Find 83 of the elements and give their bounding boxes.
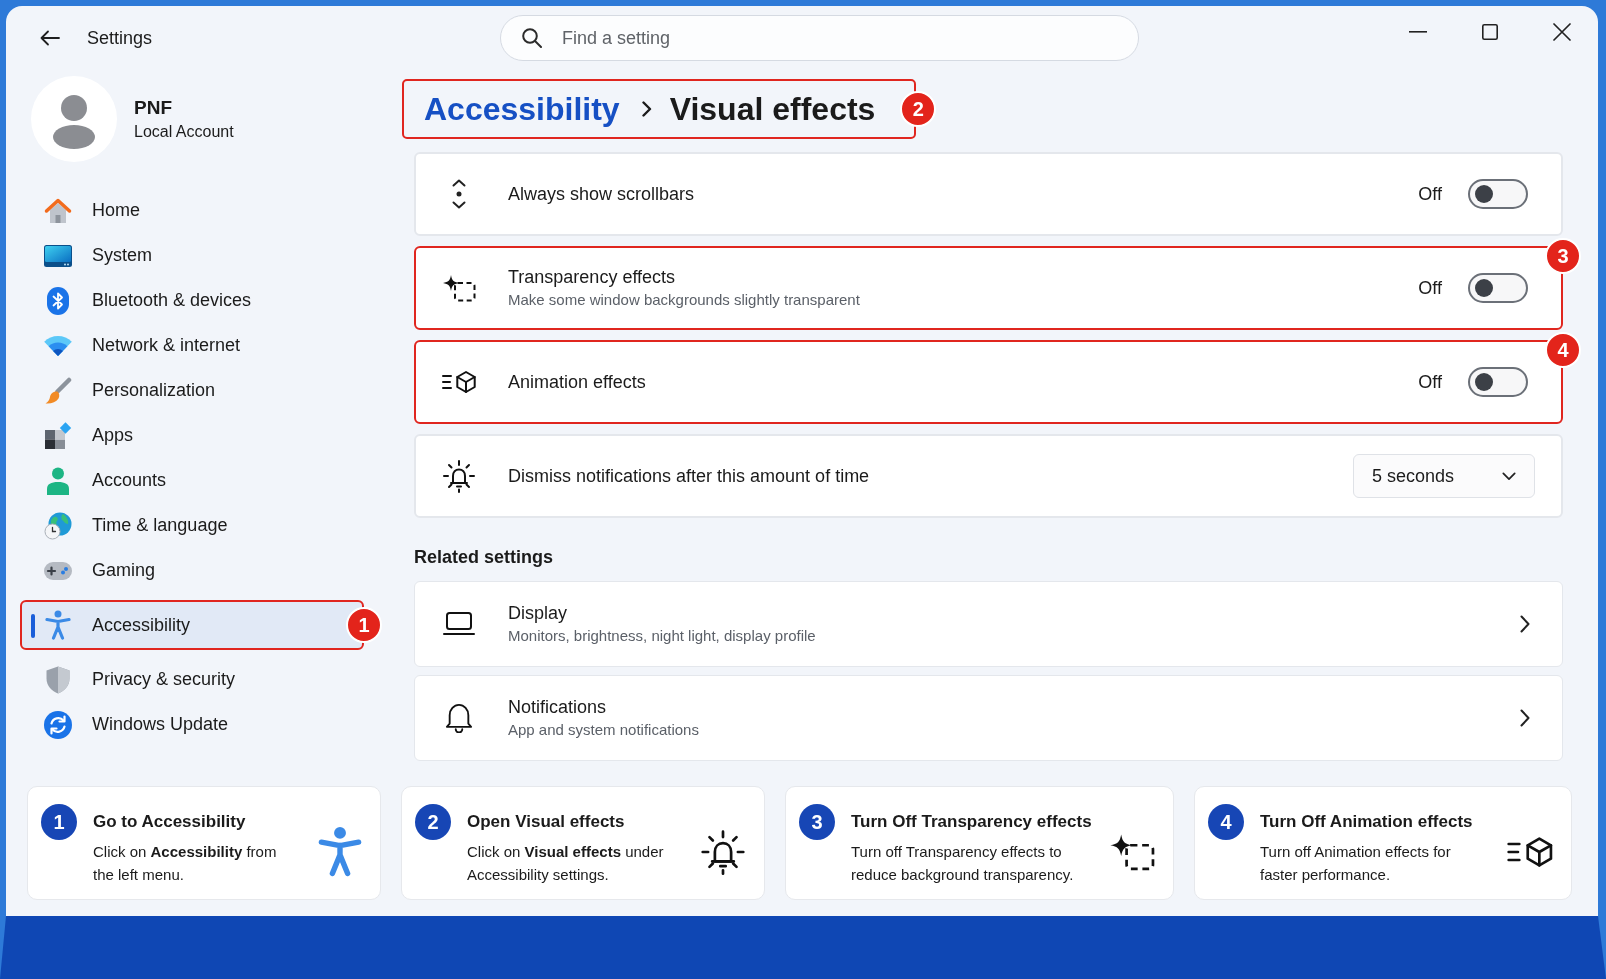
account-name: PNF xyxy=(134,96,173,120)
nav-item[interactable]: System xyxy=(20,233,364,278)
toggle-switch[interactable] xyxy=(1468,179,1528,209)
step-description: Turn off Animation effects for faster performance. xyxy=(1260,842,1452,885)
sync-icon xyxy=(44,710,72,739)
toggle-state-label: Off xyxy=(1418,182,1442,206)
accessibility-icon xyxy=(45,610,71,640)
dropdown[interactable]: 5 seconds xyxy=(1353,454,1535,498)
annotation-badge: 2 xyxy=(900,91,937,127)
setting-title: Dismiss notifications after this amount of time xyxy=(508,465,870,488)
bell-icon xyxy=(445,703,473,733)
nav-item[interactable]: Privacy & security xyxy=(20,657,364,702)
link-description: Monitors, brightness, night light, display profile xyxy=(508,626,816,646)
step-title: Turn Off Animation effects xyxy=(1260,811,1474,833)
back-arrow-icon xyxy=(40,30,60,46)
section-heading: Related settings xyxy=(414,546,554,569)
scroll-arrows-icon xyxy=(452,179,466,209)
window-title: Settings xyxy=(87,27,153,50)
nav-item[interactable]: Apps xyxy=(20,413,364,458)
shield-icon xyxy=(46,665,70,694)
cube-lines-icon xyxy=(442,370,476,394)
annotation-badge: 4 xyxy=(1545,332,1581,368)
toggle-state-label: Off xyxy=(1418,276,1442,300)
nav-item[interactable]: Gaming xyxy=(20,548,364,593)
setting-title: Animation effects xyxy=(508,371,646,394)
nav-item[interactable]: Bluetooth & devices xyxy=(20,278,364,323)
monitor-icon xyxy=(44,244,72,267)
step-description: Click on Accessibility from the left menu. xyxy=(93,842,278,885)
person-icon xyxy=(46,466,70,495)
step-number-badge: 3 xyxy=(799,804,835,840)
step-title: Open Visual effects xyxy=(467,811,626,833)
search-field[interactable]: Find a setting xyxy=(500,15,1139,61)
bell-rays-icon xyxy=(700,828,746,875)
chevron-right-icon xyxy=(641,101,652,117)
page-title: Visual effects xyxy=(669,90,876,129)
step-title: Go to Accessibility xyxy=(93,811,247,833)
annotation-badge: 3 xyxy=(1545,238,1581,274)
nav-item[interactable]: Home xyxy=(20,188,364,233)
setting-title: Always show scrollbars xyxy=(508,183,695,206)
chevron-right-icon xyxy=(1520,615,1530,633)
link-description: App and system notifications xyxy=(508,720,699,740)
settings-link-card[interactable]: Notifications App and system notifications xyxy=(414,675,1563,761)
link-title: Display xyxy=(508,602,569,625)
accessibility-icon xyxy=(318,826,362,877)
close-icon xyxy=(1553,23,1571,41)
wifi-icon xyxy=(44,335,72,356)
toggle-switch[interactable] xyxy=(1468,367,1528,397)
chevron-right-icon xyxy=(1520,709,1530,727)
apps-icon xyxy=(44,421,72,450)
account-type: Local Account xyxy=(134,122,234,142)
gamepad-icon xyxy=(44,561,72,580)
step-number-badge: 1 xyxy=(41,804,77,840)
step-number-badge: 2 xyxy=(415,804,451,840)
search-icon xyxy=(522,28,542,48)
brush-icon xyxy=(44,376,72,405)
bluetooth-icon xyxy=(47,286,69,315)
bell-rays-icon xyxy=(442,459,476,493)
nav-item[interactable]: Personalization xyxy=(20,368,364,413)
setting-title: Transparency effects xyxy=(508,266,677,289)
annotation-badge: 1 xyxy=(346,607,382,643)
nav-item[interactable]: Windows Update xyxy=(20,702,364,747)
globe-clock-icon xyxy=(44,511,72,540)
maximize-icon xyxy=(1482,24,1498,40)
step-number-badge: 4 xyxy=(1208,804,1244,840)
cube-lines-icon xyxy=(1507,835,1553,868)
step-description: Click on Visual effects under Accessibility settings. xyxy=(467,842,665,885)
toggle-state-label: Off xyxy=(1418,370,1442,394)
step-description: Turn off Transparency effects to reduce background transparency. xyxy=(851,842,1075,885)
setting-description: Make some window backgrounds slightly transparent xyxy=(508,290,860,310)
minimize-icon xyxy=(1409,31,1427,33)
step-title: Turn Off Transparency effects xyxy=(851,811,1092,833)
home-icon xyxy=(44,197,72,224)
nav-item[interactable]: Network & internet xyxy=(20,323,364,368)
nav-item[interactable]: Accounts xyxy=(20,458,364,503)
avatar-icon xyxy=(31,76,117,162)
link-title: Notifications xyxy=(508,696,608,719)
settings-link-card[interactable]: Display Monitors, brightness, night light, display profile xyxy=(414,581,1563,667)
sparkle-dashed-square-icon xyxy=(442,274,476,302)
nav-item[interactable]: Time & language xyxy=(20,503,364,548)
breadcrumb-link[interactable]: Accessibility xyxy=(424,89,620,129)
toggle-switch[interactable] xyxy=(1468,273,1528,303)
chevron-down-icon xyxy=(1502,471,1516,481)
laptop-icon xyxy=(443,612,475,636)
